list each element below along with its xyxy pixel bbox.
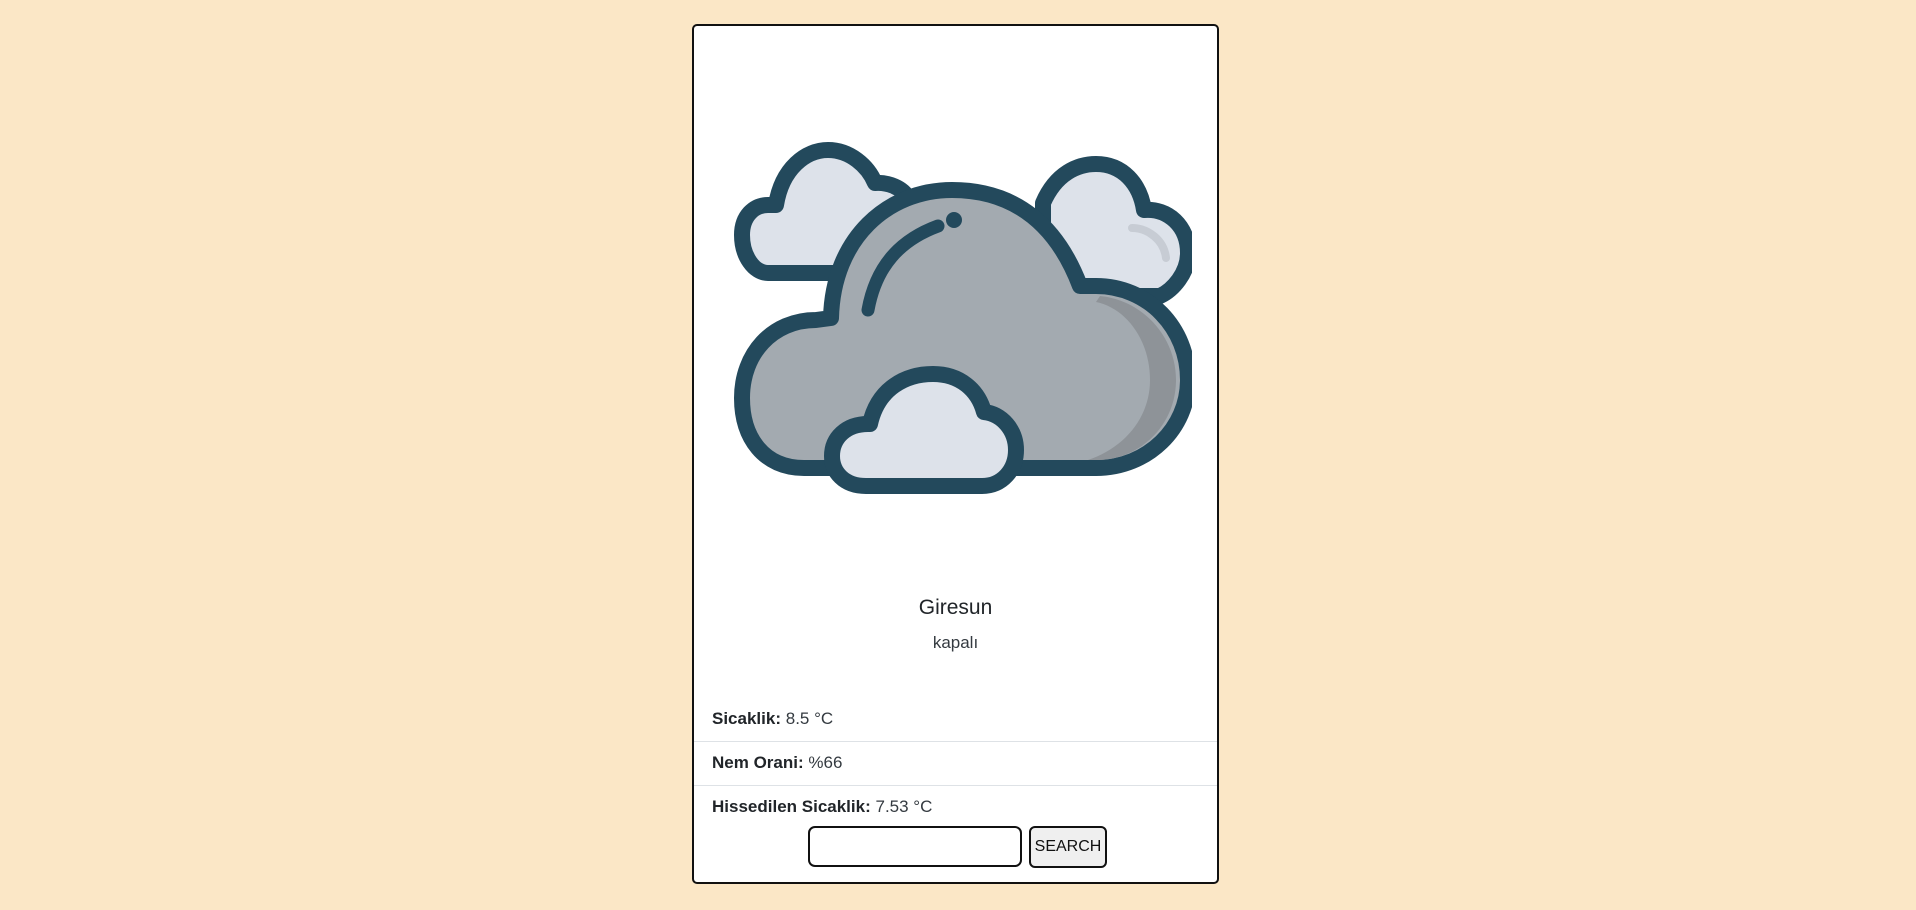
feels-like-row: Hissedilen Sicaklik: 7.53 °C [694,786,1217,830]
humidity-label: Nem Orani: [712,753,804,772]
feels-like-label: Hissedilen Sicaklik: [712,797,871,816]
feels-like-value: 7.53 °C [875,797,933,816]
weather-card: Giresun kapalı Sicaklik: 8.5 °C Nem Oran… [692,24,1219,884]
weather-description: kapalı [932,633,979,652]
search-button[interactable]: SEARCH [1029,826,1107,868]
weather-details-list: Sicaklik: 8.5 °C Nem Orani: %66 Hissedil… [694,698,1217,830]
temperature-row: Sicaklik: 8.5 °C [694,698,1217,742]
city-name: Giresun [918,596,993,619]
overcast-clouds-icon [734,142,1192,494]
humidity-value: %66 [808,753,843,772]
temperature-label: Sicaklik: [712,709,781,728]
temperature-value: 8.5 °C [785,709,834,728]
search-input[interactable] [808,826,1022,867]
humidity-row: Nem Orani: %66 [694,742,1217,786]
